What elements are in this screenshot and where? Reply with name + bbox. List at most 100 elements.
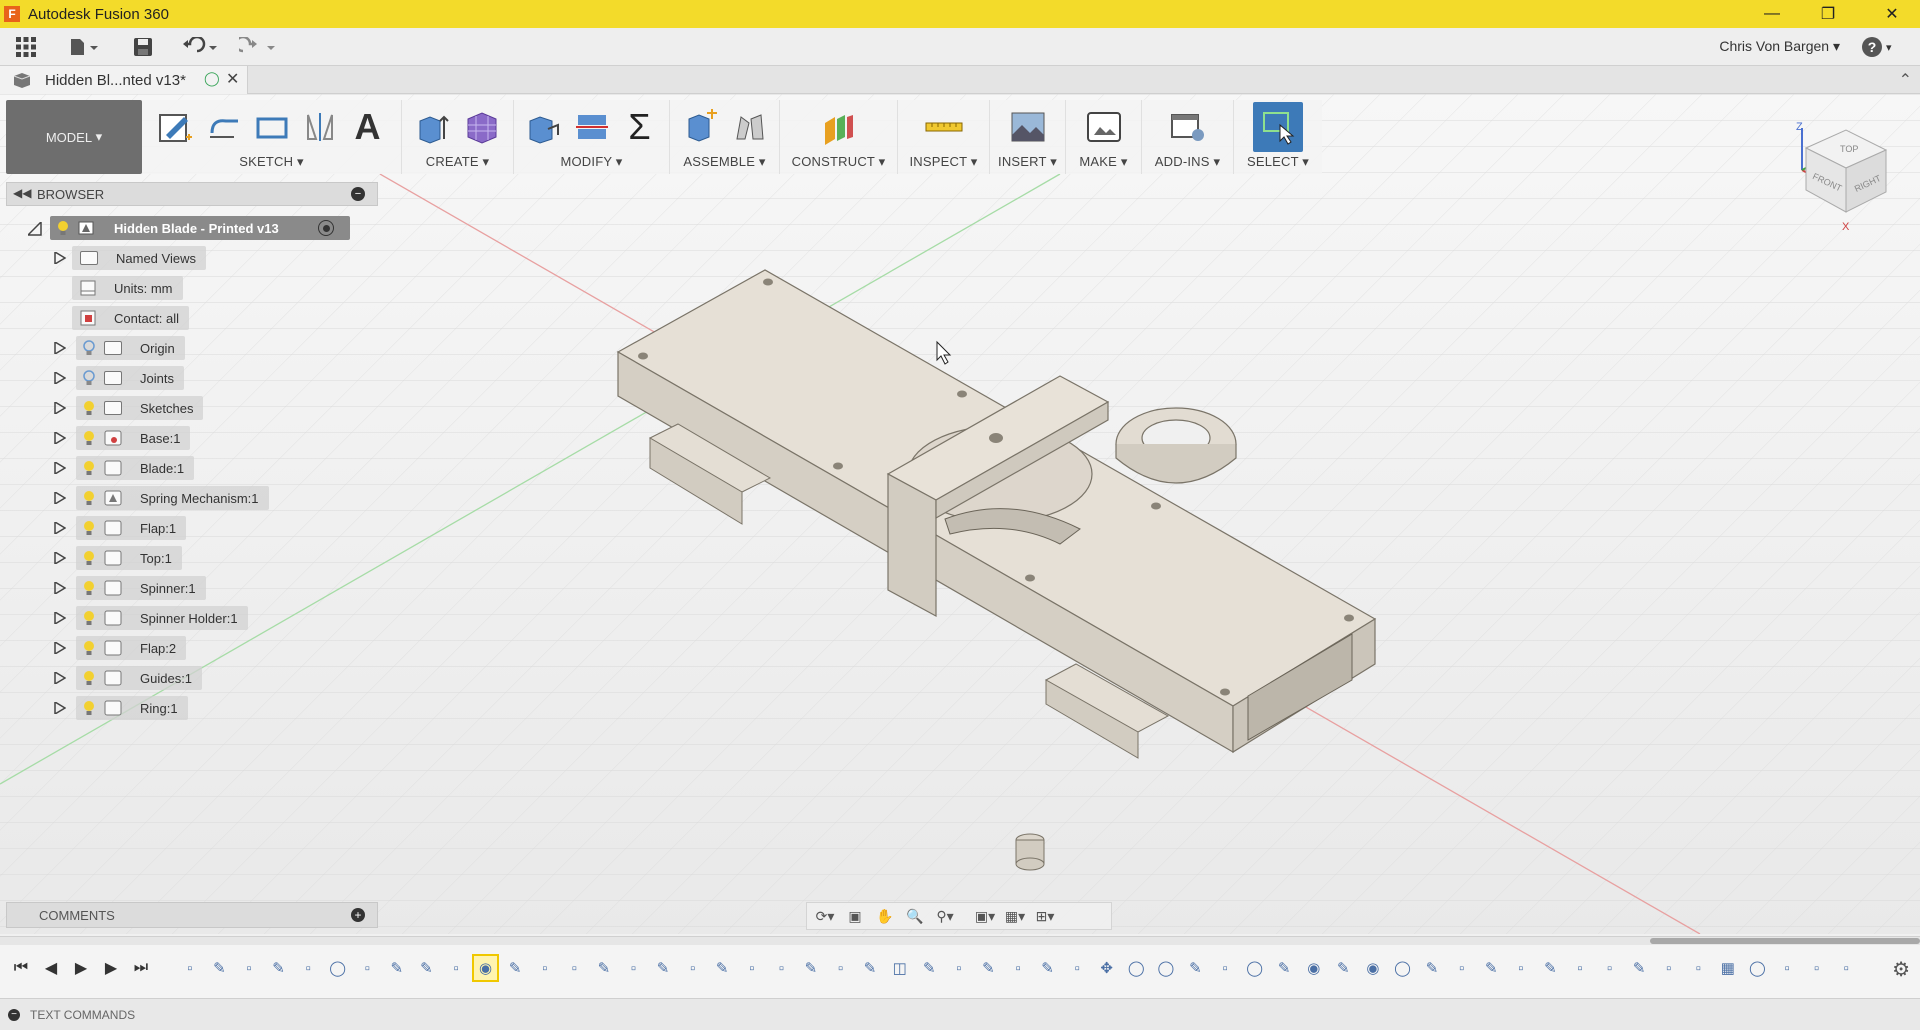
redo-icon[interactable] [238, 32, 280, 62]
step-back-icon[interactable]: ◀ [40, 957, 62, 979]
select-tool-icon[interactable] [1253, 102, 1303, 152]
timeline-feature[interactable]: ▫ [1805, 956, 1829, 980]
timeline-feature[interactable]: ▫ [1657, 956, 1681, 980]
visibility-bulb-off-icon[interactable] [82, 340, 96, 356]
timeline-feature[interactable]: ✎ [1627, 956, 1651, 980]
browser-panel-header[interactable]: ◀◀ BROWSER − [6, 182, 378, 206]
timeline-feature[interactable]: ▫ [1686, 956, 1710, 980]
tree-item-spring-mechanism[interactable]: Spring Mechanism:1 [6, 486, 378, 510]
timeline-feature[interactable]: ▫ [533, 956, 557, 980]
parameters-icon[interactable]: Σ [620, 106, 660, 148]
collapse-chevron-up-icon[interactable]: ⌃ [1899, 70, 1912, 90]
visibility-bulb-icon[interactable] [82, 520, 96, 536]
timeline-feature[interactable]: ▫ [1509, 956, 1533, 980]
text-commands-toggle-icon[interactable]: − [8, 1008, 20, 1021]
timeline-feature[interactable]: ▫ [947, 956, 971, 980]
expand-triangle-icon[interactable] [54, 642, 66, 654]
expand-triangle-icon[interactable] [54, 432, 66, 444]
timeline-feature[interactable]: ▫ [1598, 956, 1622, 980]
timeline-feature[interactable]: ▦ [1716, 956, 1740, 980]
tree-item-flap-1[interactable]: Flap:1 [6, 516, 378, 540]
inspect-menu[interactable]: INSPECT ▾ [909, 154, 977, 174]
display-settings-icon[interactable]: ▣▾ [973, 906, 997, 926]
timeline-feature[interactable]: ▫ [1775, 956, 1799, 980]
timeline-feature[interactable]: ▫ [622, 956, 646, 980]
expand-triangle-icon[interactable] [54, 672, 66, 684]
timeline-feature[interactable]: ✎ [917, 956, 941, 980]
expand-triangle-icon[interactable] [54, 402, 66, 414]
visibility-bulb-off-icon[interactable] [82, 370, 96, 386]
timeline-feature[interactable]: ✥ [1095, 956, 1119, 980]
expand-triangle-icon[interactable] [54, 612, 66, 624]
expand-triangle-icon[interactable] [54, 582, 66, 594]
go-to-start-icon[interactable]: ⏮ [10, 957, 32, 979]
timeline-feature[interactable]: ✎ [1420, 956, 1444, 980]
timeline-feature[interactable]: ✎ [651, 956, 675, 980]
timeline-feature[interactable]: ◯ [1154, 956, 1178, 980]
orbit-icon[interactable]: ⟳▾ [813, 906, 837, 926]
timeline-feature[interactable]: ▫ [681, 956, 705, 980]
make-menu[interactable]: MAKE ▾ [1079, 154, 1127, 174]
timeline-feature[interactable]: ✎ [1479, 956, 1503, 980]
document-tab[interactable]: Hidden Bl...nted v13* ◯ ✕ [0, 66, 248, 94]
timeline-feature[interactable]: ✎ [977, 956, 1001, 980]
insert-menu[interactable]: INSERT ▾ [998, 154, 1057, 174]
sketch-menu[interactable]: SKETCH ▾ [239, 154, 303, 174]
data-panel-grid-icon[interactable] [12, 32, 40, 62]
new-component-icon[interactable] [681, 106, 721, 148]
comments-panel-header[interactable]: COMMENTS + [6, 902, 378, 928]
split-body-icon[interactable] [572, 106, 612, 148]
timeline-feature[interactable]: ▫ [237, 956, 261, 980]
timeline-feature[interactable]: ✎ [592, 956, 616, 980]
tree-item-contact[interactable]: Contact: all [6, 306, 378, 330]
close-tab-icon[interactable]: ✕ [226, 69, 239, 89]
tree-item-named-views[interactable]: Named Views [6, 246, 378, 270]
minimize-button[interactable]: — [1744, 0, 1800, 28]
visibility-bulb-icon[interactable] [82, 430, 96, 446]
timeline-feature[interactable]: ◯ [326, 956, 350, 980]
timeline-feature[interactable]: ✎ [1539, 956, 1563, 980]
timeline-settings-gear-icon[interactable]: ⚙ [1892, 957, 1910, 982]
restore-button[interactable]: ❐ [1800, 0, 1856, 28]
timeline-feature[interactable]: ▫ [1834, 956, 1858, 980]
user-account-menu[interactable]: Chris Von Bargen ▾ [1719, 38, 1840, 55]
timeline-feature[interactable]: ▫ [770, 956, 794, 980]
help-button[interactable]: ? ▾ [1862, 35, 1906, 59]
create-form-icon[interactable] [462, 106, 502, 148]
tree-item-flap-2[interactable]: Flap:2 [6, 636, 378, 660]
tree-item-units[interactable]: Units: mm [6, 276, 378, 300]
joint-icon[interactable] [729, 106, 769, 148]
visibility-bulb-icon[interactable] [82, 490, 96, 506]
timeline-feature[interactable]: ✎ [1184, 956, 1208, 980]
timeline-feature[interactable]: ▫ [1213, 956, 1237, 980]
timeline-feature[interactable]: ▫ [1065, 956, 1089, 980]
viewports-icon[interactable]: ⊞▾ [1033, 906, 1057, 926]
visibility-bulb-icon[interactable] [82, 640, 96, 656]
create-menu[interactable]: CREATE ▾ [426, 154, 490, 174]
tree-item-base[interactable]: Base:1 [6, 426, 378, 450]
timeline-feature[interactable]: ▫ [1006, 956, 1030, 980]
press-pull-icon[interactable] [524, 106, 564, 148]
collapse-left-icon[interactable]: ◀◀ [13, 186, 31, 200]
visibility-bulb-icon[interactable] [82, 670, 96, 686]
step-forward-icon[interactable]: ▶ [100, 957, 122, 979]
expand-triangle-icon[interactable] [54, 252, 66, 264]
mirror-tool-icon[interactable] [300, 106, 340, 148]
timeline-feature[interactable]: ▫ [178, 956, 202, 980]
timeline-feature[interactable]: ▫ [296, 956, 320, 980]
play-icon[interactable]: ▶ [70, 957, 92, 979]
tree-item-guides[interactable]: Guides:1 [6, 666, 378, 690]
activate-radio-icon[interactable] [318, 220, 334, 236]
add-comment-icon[interactable]: + [351, 908, 365, 922]
timeline-feature[interactable]: ✎ [710, 956, 734, 980]
look-at-icon[interactable]: ▣ [843, 906, 867, 926]
timeline-feature[interactable]: ▫ [829, 956, 853, 980]
fit-zoom-icon[interactable]: ⚲▾ [933, 906, 957, 926]
undo-icon[interactable] [180, 32, 222, 62]
measure-icon[interactable] [924, 106, 964, 148]
tree-item-joints[interactable]: Joints [6, 366, 378, 390]
timeline-feature[interactable]: ✎ [385, 956, 409, 980]
visibility-bulb-icon[interactable] [82, 400, 96, 416]
timeline-feature[interactable]: ✎ [1272, 956, 1296, 980]
timeline-feature[interactable]: ✎ [267, 956, 291, 980]
